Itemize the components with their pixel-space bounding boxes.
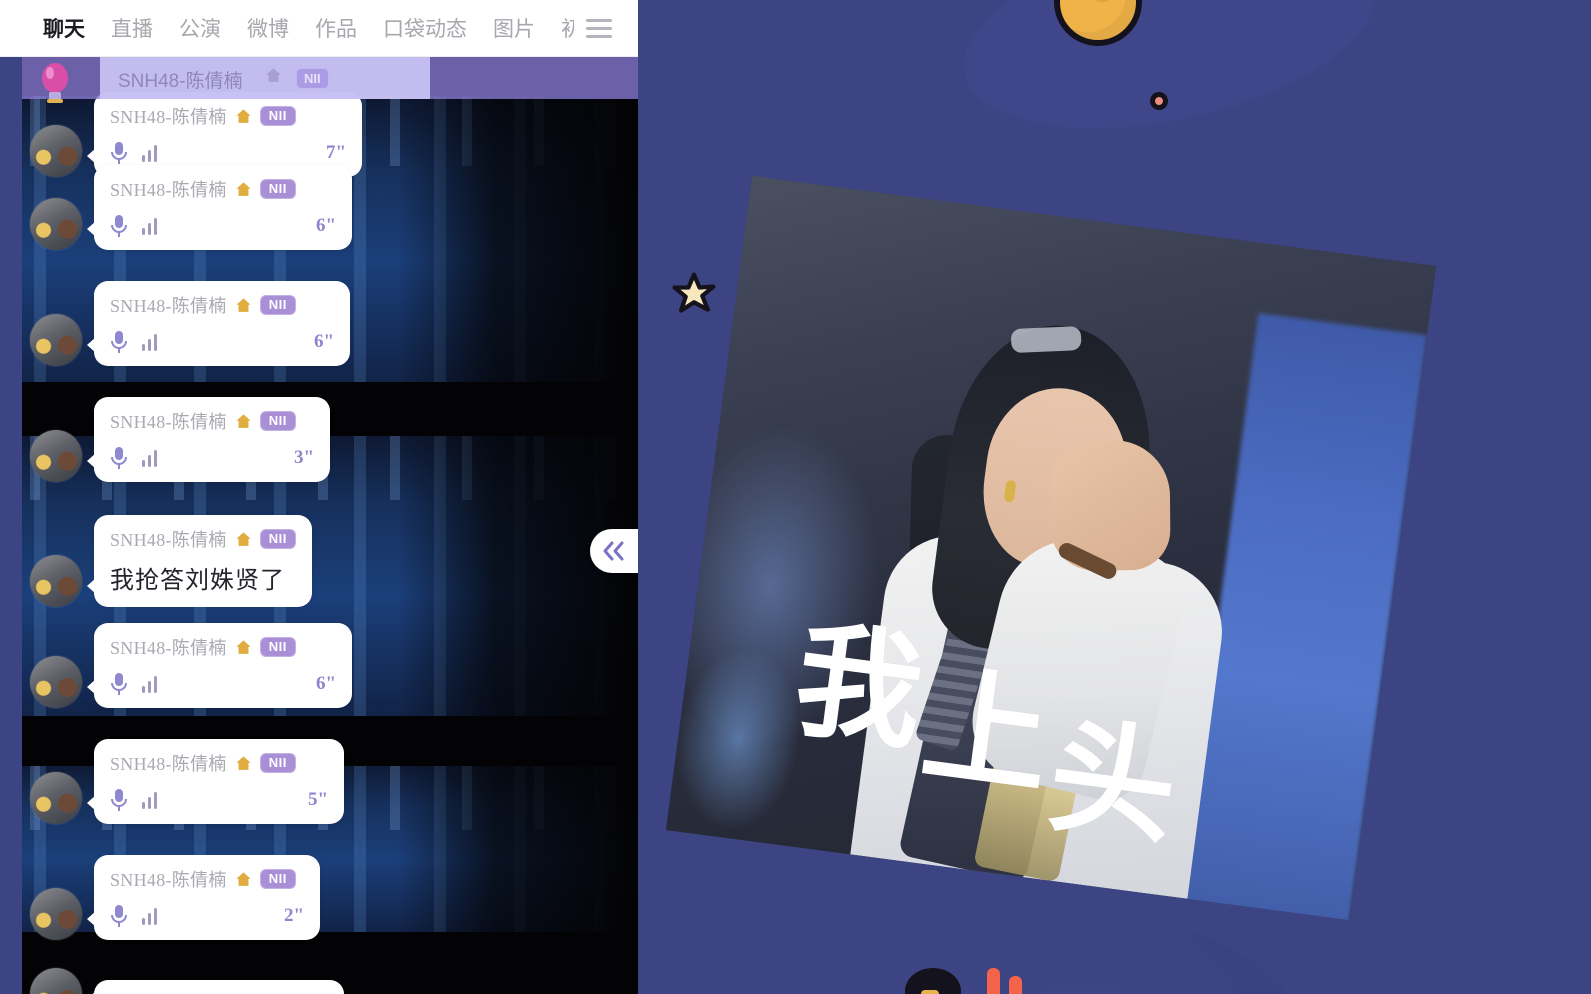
top-nav-bar: 聊天 直播 公演 微博 作品 口袋动态 图片 初 <box>0 0 638 57</box>
tab-chat[interactable]: 聊天 <box>30 13 98 43</box>
status-badge: NII <box>259 294 296 316</box>
flame-icon-2 <box>1009 976 1022 994</box>
highlight-row-name: SNH48-陈倩楠 <box>118 71 243 92</box>
hamburger-menu-icon[interactable] <box>574 18 624 38</box>
house-icon <box>236 531 251 546</box>
avatar[interactable] <box>30 314 82 366</box>
message-row[interactable] <box>30 968 344 994</box>
voice-message-bubble[interactable]: SNH48-陈倩楠 NII 3" <box>87 397 330 482</box>
sender-name: SNH48-陈倩楠 <box>110 412 227 432</box>
double-chevron-left-icon <box>603 541 624 561</box>
bottom-decor-group <box>905 958 1045 994</box>
house-icon <box>266 68 281 82</box>
highlight-row-badge: NII <box>296 68 329 89</box>
photo-image: 我上头 <box>665 175 1437 921</box>
voice-duration: 6" <box>315 673 336 694</box>
sender-name: SNH48-陈倩楠 <box>110 296 227 316</box>
house-icon <box>236 413 251 428</box>
status-badge: NII <box>259 178 296 200</box>
pink-dot-icon <box>1150 92 1168 110</box>
voice-message-bubble[interactable]: SNH48-陈倩楠 NII 6" <box>87 281 350 366</box>
message-text: 我抢答刘姝贤了 <box>110 567 285 594</box>
sender-name: SNH48-陈倩楠 <box>110 754 227 774</box>
microphone-icon[interactable] <box>110 446 128 470</box>
avatar[interactable] <box>30 888 82 940</box>
house-icon <box>236 108 251 123</box>
avatar[interactable] <box>30 772 82 824</box>
voice-duration: 5" <box>307 789 328 810</box>
avatar[interactable] <box>30 555 82 607</box>
message-row[interactable]: SNH48-陈倩楠 NII 3" <box>30 397 330 482</box>
tab-images[interactable]: 图片 <box>480 13 548 43</box>
message-row[interactable]: SNH48-陈倩楠 NII 我抢答刘姝贤了 <box>30 515 312 607</box>
microphone-icon[interactable] <box>110 214 128 238</box>
sender-name: SNH48-陈倩楠 <box>110 107 227 127</box>
collapse-panel-button[interactable] <box>590 529 638 573</box>
voice-duration: 3" <box>293 447 314 468</box>
avatar[interactable] <box>30 430 82 482</box>
star-icon <box>672 272 716 313</box>
voice-duration: 6" <box>313 331 334 352</box>
tab-live[interactable]: 直播 <box>98 13 166 43</box>
waveform-icon <box>142 333 157 351</box>
house-icon <box>236 871 251 886</box>
house-icon <box>236 639 251 654</box>
avatar[interactable] <box>30 198 82 250</box>
voice-message-bubble[interactable]: SNH48-陈倩楠 NII 6" <box>87 165 352 250</box>
message-row[interactable]: SNH48-陈倩楠 NII 6" <box>30 623 352 708</box>
text-message-bubble[interactable]: SNH48-陈倩楠 NII 我抢答刘姝贤了 <box>87 515 312 607</box>
tab-works[interactable]: 作品 <box>302 13 370 43</box>
voice-message-bubble[interactable] <box>87 980 344 994</box>
highlighted-message-row[interactable]: SNH48-陈倩楠 NII <box>22 57 638 99</box>
house-icon <box>236 181 251 196</box>
message-row[interactable]: SNH48-陈倩楠 NII 2" <box>30 855 320 940</box>
flame-icon-1 <box>987 968 1000 994</box>
tab-chu[interactable]: 初 <box>548 13 574 43</box>
waveform-icon <box>142 217 157 235</box>
microphone-icon[interactable] <box>110 904 128 928</box>
message-row[interactable]: SNH48-陈倩楠 NII 6" <box>30 281 350 366</box>
microphone-icon[interactable] <box>110 141 128 165</box>
sender-name: SNH48-陈倩楠 <box>110 638 227 658</box>
waveform-icon <box>142 675 157 693</box>
status-badge: NII <box>259 105 296 127</box>
waveform-icon <box>142 791 157 809</box>
message-list[interactable]: SNH48-陈倩楠 NII 7" SNH48-陈倩楠 NII 6" SNH48-… <box>0 0 638 994</box>
microphone-icon[interactable] <box>110 330 128 354</box>
status-badge: NII <box>259 410 296 432</box>
sender-name: SNH48-陈倩楠 <box>110 870 227 890</box>
voice-message-bubble[interactable]: SNH48-陈倩楠 NII 2" <box>87 855 320 940</box>
chat-panel: 聊天 直播 公演 微博 作品 口袋动态 图片 初 SNH48-陈倩楠 NII S… <box>0 0 638 994</box>
waveform-icon <box>142 144 157 162</box>
screenshot-root: 我上头 聊天 直播 公演 微博 作品 口袋动态 图片 初 SNH48-陈倩楠 N… <box>0 0 1591 994</box>
sender-name: SNH48-陈倩楠 <box>110 530 227 550</box>
house-icon <box>236 297 251 312</box>
status-badge: NII <box>259 636 296 658</box>
rocket-icon <box>905 968 961 994</box>
photo-card: 我上头 <box>665 175 1437 921</box>
voice-duration: 6" <box>315 215 336 236</box>
voice-duration: 2" <box>283 905 304 926</box>
tab-performance[interactable]: 公演 <box>166 13 234 43</box>
avatar[interactable] <box>30 968 82 994</box>
waveform-icon <box>142 449 157 467</box>
tab-pocket-moments[interactable]: 口袋动态 <box>370 13 480 43</box>
tab-weibo[interactable]: 微博 <box>234 13 302 43</box>
status-badge: NII <box>259 868 296 890</box>
voice-message-bubble[interactable]: SNH48-陈倩楠 NII 6" <box>87 623 352 708</box>
status-badge: NII <box>259 528 296 550</box>
sender-name: SNH48-陈倩楠 <box>110 180 227 200</box>
house-icon <box>236 755 251 770</box>
cloud-swoosh-decor <box>945 0 1395 162</box>
message-row[interactable]: SNH48-陈倩楠 NII 5" <box>30 739 344 824</box>
microphone-icon[interactable] <box>110 788 128 812</box>
avatar[interactable] <box>30 656 82 708</box>
status-badge: NII <box>259 752 296 774</box>
waveform-icon <box>142 907 157 925</box>
voice-duration: 7" <box>325 142 346 163</box>
voice-message-bubble[interactable]: SNH48-陈倩楠 NII 5" <box>87 739 344 824</box>
microphone-icon[interactable] <box>110 672 128 696</box>
message-row[interactable]: SNH48-陈倩楠 NII 6" <box>30 165 352 250</box>
lantern-avatar[interactable] <box>38 62 72 106</box>
